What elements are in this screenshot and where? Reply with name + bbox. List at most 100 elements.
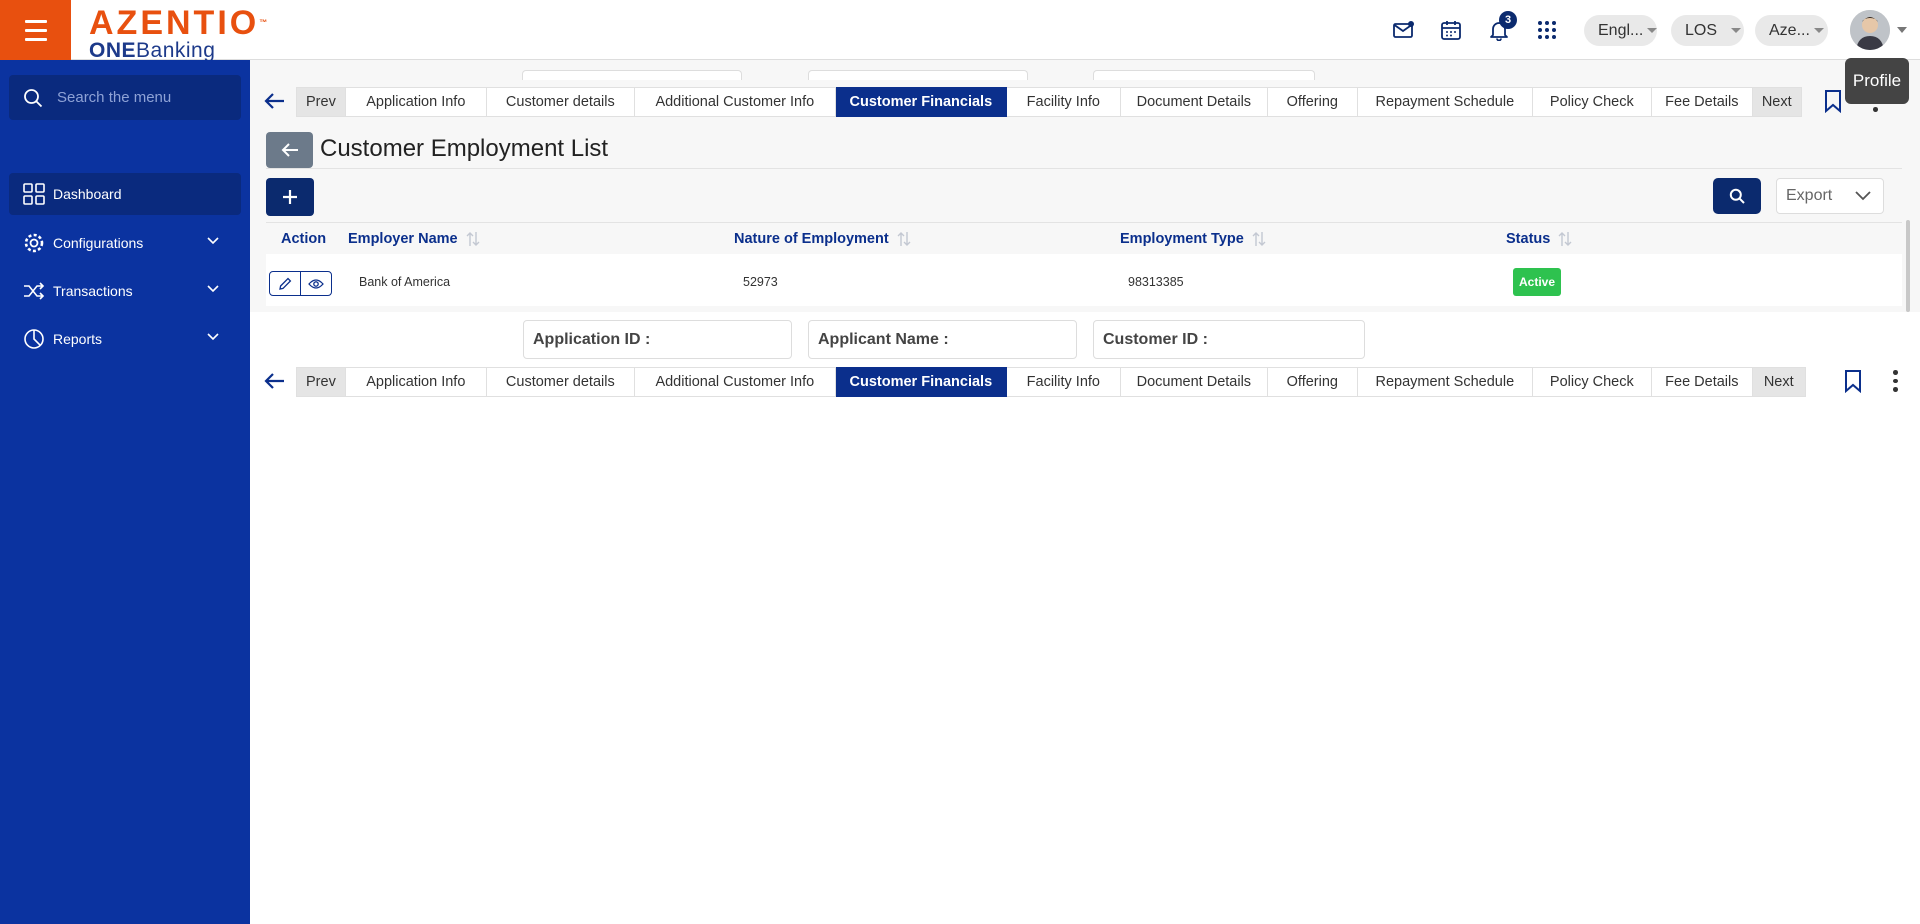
tab-customer-details[interactable]: Customer details xyxy=(486,87,635,117)
module-value: LOS xyxy=(1685,21,1718,39)
logo-text: AZENTIO xyxy=(89,6,260,42)
tab-application-info[interactable]: Application Info xyxy=(345,87,487,117)
application-id-field: Application ID : xyxy=(523,320,792,359)
view-button[interactable] xyxy=(300,272,331,295)
divider xyxy=(266,168,1902,169)
sidebar-item-label: Reports xyxy=(53,331,103,347)
chevron-down-icon xyxy=(207,237,219,245)
back-arrow-icon[interactable] xyxy=(261,88,287,114)
vertical-scrollbar[interactable] xyxy=(1906,220,1910,312)
tab-repayment-schedule[interactable]: Repayment Schedule xyxy=(1357,367,1533,397)
more-options-icon[interactable] xyxy=(1890,368,1900,394)
caret-down-icon xyxy=(1813,28,1824,33)
back-arrow-icon[interactable] xyxy=(261,368,287,394)
notification-badge: 3 xyxy=(1499,11,1517,29)
row-actions xyxy=(269,271,332,296)
eye-icon xyxy=(308,278,325,289)
info-box-edge xyxy=(808,70,1028,80)
menu-toggle-button[interactable] xyxy=(0,0,71,60)
table-search-button[interactable] xyxy=(1713,178,1761,214)
column-header-nature-of-employment[interactable]: Nature of Employment xyxy=(734,231,911,247)
tab-offering[interactable]: Offering xyxy=(1267,87,1358,117)
column-header-status[interactable]: Status xyxy=(1506,231,1572,247)
menu-search xyxy=(9,75,241,120)
employment-list-panel: Prev Application Info Customer details A… xyxy=(250,60,1920,312)
mail-icon[interactable] xyxy=(1391,17,1417,43)
tab-document-details[interactable]: Document Details xyxy=(1120,367,1268,397)
main-content: Prev Application Info Customer details A… xyxy=(250,60,1920,924)
tab-next[interactable]: Next xyxy=(1752,367,1806,397)
arrow-left-icon xyxy=(281,143,298,157)
tab-customer-details[interactable]: Customer details xyxy=(486,367,635,397)
tab-repayment-schedule[interactable]: Repayment Schedule xyxy=(1357,87,1533,117)
sidebar-item-transactions[interactable]: Transactions xyxy=(9,270,241,312)
apps-grid-icon[interactable] xyxy=(1534,17,1560,43)
entity-select[interactable]: Aze... xyxy=(1755,15,1828,46)
language-value: Engl... xyxy=(1598,21,1644,39)
chevron-down-icon xyxy=(1855,191,1871,201)
grid-icon xyxy=(23,183,45,205)
tab-policy-check[interactable]: Policy Check xyxy=(1532,367,1652,397)
cell-employment-type: 98313385 xyxy=(1128,275,1184,289)
tab-customer-financials[interactable]: Customer Financials xyxy=(835,367,1007,397)
calendar-icon[interactable] xyxy=(1438,17,1464,43)
customer-id-field: Customer ID : xyxy=(1093,320,1365,359)
sort-icon[interactable] xyxy=(1252,231,1266,247)
menu-search-input[interactable] xyxy=(57,89,227,106)
chevron-down-icon xyxy=(207,285,219,293)
sidebar-item-configurations[interactable]: Configurations xyxy=(9,222,241,264)
language-select[interactable]: Engl... xyxy=(1584,15,1658,46)
hamburger-icon xyxy=(24,17,47,44)
tab-application-info[interactable]: Application Info xyxy=(345,367,487,397)
module-select[interactable]: LOS xyxy=(1671,15,1744,46)
page-title: Customer Employment List xyxy=(320,135,609,162)
sort-icon[interactable] xyxy=(897,231,911,247)
tab-fee-details[interactable]: Fee Details xyxy=(1651,87,1753,117)
brand-logo: AZENTIO™ ONEBanking xyxy=(89,6,270,60)
tab-prev[interactable]: Prev xyxy=(296,367,346,397)
column-header-employer-name[interactable]: Employer Name xyxy=(348,231,480,247)
tab-bar-bottom: Prev Application Info Customer details A… xyxy=(296,367,1806,397)
tab-document-details[interactable]: Document Details xyxy=(1120,87,1268,117)
logo-trademark: ™ xyxy=(259,18,271,27)
search-icon xyxy=(24,88,43,107)
sort-icon[interactable] xyxy=(1558,231,1572,247)
tab-offering[interactable]: Offering xyxy=(1267,367,1358,397)
tab-policy-check[interactable]: Policy Check xyxy=(1532,87,1652,117)
pie-chart-icon xyxy=(24,329,44,349)
top-header: AZENTIO™ ONEBanking 3 Engl... LOS Aze... xyxy=(0,0,1920,60)
bookmark-icon[interactable] xyxy=(1822,88,1844,114)
search-icon xyxy=(1729,188,1745,204)
chevron-down-icon xyxy=(207,333,219,341)
export-select[interactable]: Export xyxy=(1776,178,1884,214)
tab-bar-top: Prev Application Info Customer details A… xyxy=(296,87,1802,117)
export-label: Export xyxy=(1786,187,1833,204)
tab-prev[interactable]: Prev xyxy=(296,87,346,117)
tab-fee-details[interactable]: Fee Details xyxy=(1651,367,1753,397)
tab-facility-info[interactable]: Facility Info xyxy=(1006,87,1121,117)
tab-facility-info[interactable]: Facility Info xyxy=(1006,367,1121,397)
logo-sub-bold: ONE xyxy=(89,39,137,61)
bookmark-icon[interactable] xyxy=(1842,368,1864,394)
add-employment-button[interactable] xyxy=(266,178,314,216)
app-root: AZENTIO™ ONEBanking 3 Engl... LOS Aze... xyxy=(0,0,1920,924)
gear-icon xyxy=(24,233,44,253)
notification-bell-button[interactable]: 3 xyxy=(1486,11,1517,43)
table-row xyxy=(266,254,1902,306)
pencil-icon xyxy=(279,277,292,290)
caret-down-icon[interactable] xyxy=(1897,27,1907,33)
tab-next[interactable]: Next xyxy=(1752,87,1802,117)
tab-customer-financials[interactable]: Customer Financials xyxy=(835,87,1007,117)
shuffle-icon xyxy=(24,282,45,300)
edit-button[interactable] xyxy=(270,272,300,295)
page-back-button[interactable] xyxy=(266,132,313,168)
tab-additional-customer-info[interactable]: Additional Customer Info xyxy=(634,367,836,397)
sidebar-item-reports[interactable]: Reports xyxy=(9,318,241,360)
sort-icon[interactable] xyxy=(466,231,480,247)
tab-additional-customer-info[interactable]: Additional Customer Info xyxy=(634,87,836,117)
sidebar-item-dashboard[interactable]: Dashboard xyxy=(9,173,241,215)
avatar[interactable] xyxy=(1850,10,1890,50)
cell-nature-of-employment: 52973 xyxy=(743,275,778,289)
caret-down-icon xyxy=(1731,28,1742,33)
column-header-employment-type[interactable]: Employment Type xyxy=(1120,231,1266,247)
